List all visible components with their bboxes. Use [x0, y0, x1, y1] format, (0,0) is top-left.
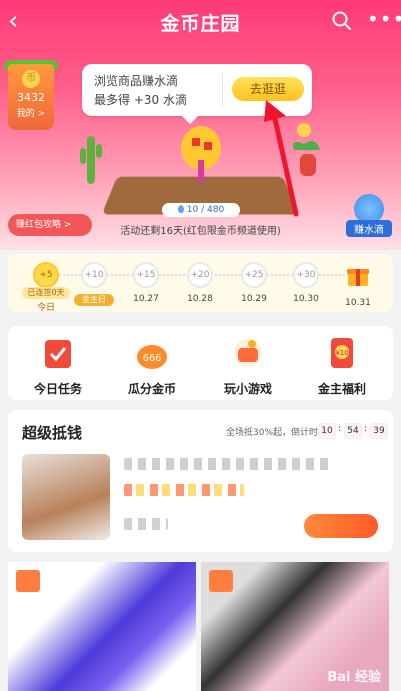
water-drop-icon: [177, 205, 184, 213]
countdown-seconds: 39: [370, 423, 388, 439]
checkin-day-today[interactable]: +5 已连签0天 今日: [22, 262, 70, 313]
countdown-minutes: 54: [344, 423, 362, 439]
checkin-value: +20: [187, 262, 213, 288]
countdown-colon: :: [338, 424, 342, 434]
deal-buy-button[interactable]: [304, 514, 378, 538]
checkin-label: 今日: [36, 303, 55, 313]
earn-water-label: 赚水滴: [346, 220, 392, 237]
watermark: Bai 经验: [327, 670, 381, 685]
water-progress: 10 / 480: [162, 203, 240, 217]
entry-label: 今日任务: [33, 382, 82, 396]
feature-entries: 今日任务 666 瓜分金币 玩小游戏 ¥10 金主福利: [8, 326, 393, 400]
checkin-label: 10.28: [187, 294, 213, 304]
checkin-label: 10.31: [345, 298, 371, 308]
checkin-value: +30: [293, 262, 319, 288]
tip-divider: [222, 74, 223, 106]
checkin-day-3[interactable]: +15 10.27: [126, 262, 166, 304]
red-packet-guide-button[interactable]: 赚红包攻略 >: [8, 214, 92, 236]
search-icon[interactable]: [331, 10, 353, 32]
deal-subtitle: 全场抵30%起，倒计时:: [226, 428, 322, 438]
my-coins-label: 我的 >: [16, 109, 46, 119]
checkin-label: 10.27: [133, 294, 159, 304]
coin-bag-icon: 666: [137, 345, 167, 369]
coin-icon: 币: [22, 70, 40, 88]
checkin-day-6[interactable]: +30 10.30: [286, 262, 326, 304]
deal-title: 超级抵钱: [22, 424, 83, 442]
countdown-colon: :: [364, 424, 368, 434]
checkin-day-2[interactable]: +10 金主日: [74, 262, 114, 306]
entry-jinzhu-welfare[interactable]: ¥10 金主福利: [302, 336, 382, 397]
entry-label: 瓜分金币: [127, 382, 176, 396]
checkin-streak-badge: 已连签0天: [22, 287, 70, 299]
tip-line-2: 最多得 +30 水滴: [94, 93, 187, 107]
entry-label: 金主福利: [317, 382, 366, 396]
entry-mini-games[interactable]: 玩小游戏: [208, 336, 288, 397]
countdown-hours: 10: [318, 423, 336, 439]
product-tag: [209, 570, 233, 592]
checkin-day-7[interactable]: 10.31: [338, 262, 378, 308]
deal-product-name: [124, 458, 334, 470]
checkin-strip: +5 已连签0天 今日 +10 金主日 +15 10.27 +20 10.28 …: [8, 254, 393, 313]
checkin-value: +25: [241, 262, 267, 288]
checkin-day-5[interactable]: +25 10.29: [234, 262, 274, 304]
deal-product-meta: [124, 518, 168, 530]
money-tree-icon[interactable]: [176, 124, 226, 184]
radish-plant-icon: [293, 123, 320, 176]
farm-hero: ‹ 金币庄园 ••• 币 3432 我的 > 浏览商品赚水滴 最多得 +30 水…: [0, 0, 401, 250]
deal-product-image[interactable]: [22, 454, 110, 540]
more-icon[interactable]: •••: [367, 9, 401, 30]
checkin-value: +10: [81, 262, 107, 288]
tip-line-1: 浏览商品赚水滴: [94, 74, 179, 88]
deal-product-price: [124, 484, 244, 496]
checkin-label: 10.29: [241, 294, 267, 304]
go-browse-button[interactable]: 去逛逛: [232, 77, 304, 101]
checkin-value: +15: [133, 262, 159, 288]
progress-text: 10 / 480: [186, 205, 225, 215]
coin-bag-badge: 666: [142, 353, 161, 364]
entry-label: 玩小游戏: [223, 382, 272, 396]
checkin-value: +5: [33, 262, 59, 288]
earn-water-button[interactable]: 赚水滴: [346, 194, 392, 240]
coin-count: 3432: [17, 91, 45, 104]
browse-tip-bubble: 浏览商品赚水滴 最多得 +30 水滴 去逛逛: [82, 64, 312, 124]
super-deal-section: 超级抵钱 全场抵30%起，倒计时: 10 : 54 : 39: [8, 410, 393, 552]
entry-share-coins[interactable]: 666 瓜分金币: [112, 336, 192, 397]
my-coins-button[interactable]: 币 3432 我的 >: [8, 64, 54, 130]
product-card-1[interactable]: [8, 562, 196, 691]
checkin-label: 10.30: [293, 294, 319, 304]
top-bar: ‹ 金币庄园 •••: [0, 0, 401, 44]
product-card-2[interactable]: Bai 经验: [201, 562, 389, 691]
entry-today-tasks[interactable]: 今日任务: [18, 336, 98, 397]
checkin-day-4[interactable]: +20 10.28: [180, 262, 220, 304]
red-envelope-icon: ¥10: [331, 338, 353, 368]
gift-icon: [347, 269, 369, 286]
game-icon: [234, 339, 262, 367]
jinzhu-day-badge: 金主日: [74, 294, 114, 306]
task-icon: [45, 340, 71, 368]
envelope-badge: ¥10: [335, 349, 348, 357]
cactus-decoration: [80, 136, 102, 184]
product-tag: [16, 570, 40, 592]
